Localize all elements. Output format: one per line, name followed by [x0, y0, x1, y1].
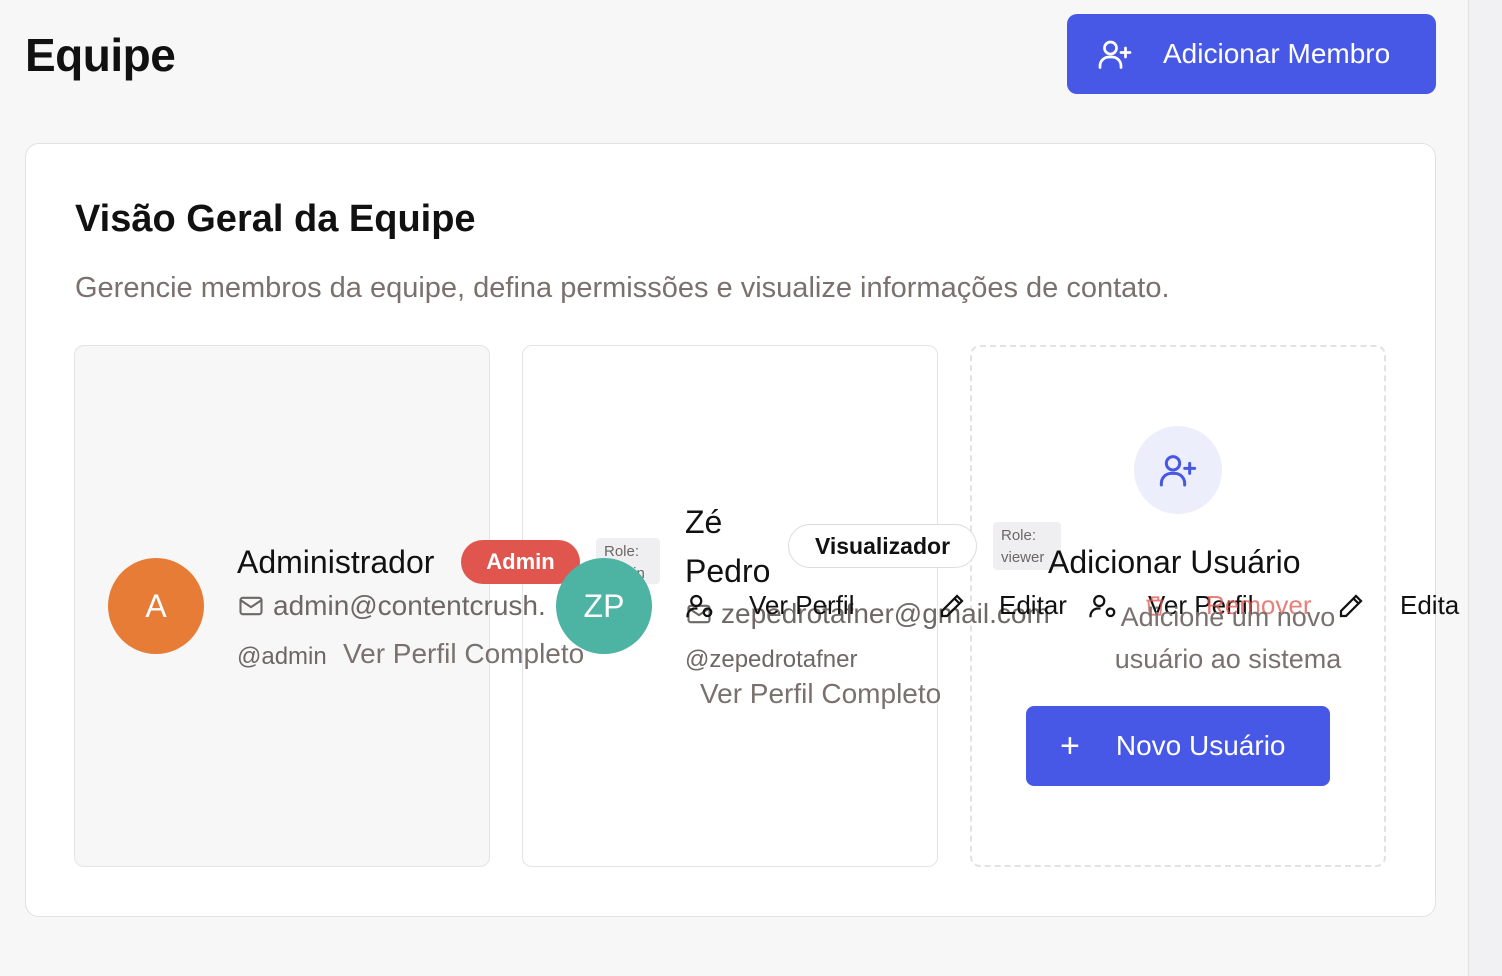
mail-icon	[239, 596, 263, 616]
add-member-button[interactable]: Adicionar Membro	[1067, 14, 1436, 94]
email-text: admin@contentcrush.	[273, 590, 546, 621]
edit-label: Edita	[1400, 590, 1460, 620]
add-member-label: Adicionar Membro	[1163, 38, 1391, 69]
user-plus-icon	[1159, 455, 1197, 487]
role-badge-viewer: Visualizador	[788, 524, 977, 568]
view-full-profile-link[interactable]: Ver Perfil Completo	[343, 638, 584, 670]
view-profile-label: Ver Perfil	[749, 590, 855, 620]
member-username: @zepedrotafner	[685, 646, 858, 673]
add-user-title: Adicionar Usuário	[1048, 544, 1301, 580]
user-plus-icon	[1098, 40, 1132, 69]
scrollbar-track[interactable]	[1468, 0, 1502, 976]
member-username: @admin	[237, 643, 327, 670]
edit-label: Editar	[999, 590, 1067, 620]
user-settings-icon	[686, 594, 713, 617]
add-user-icon-circle	[1134, 426, 1222, 514]
role-badge-admin: Admin	[461, 540, 580, 584]
plus-icon: +	[1060, 726, 1080, 765]
add-user-description: Adicione um novo usuário ao sistema	[1114, 602, 1342, 674]
member-email: admin@contentcrush.	[237, 590, 546, 622]
avatar: A	[108, 558, 204, 654]
member-name: Administrador	[237, 544, 435, 580]
avatar: ZP	[556, 558, 652, 654]
member-name-line1: Zé	[685, 504, 723, 540]
overview-description: Gerencie membros da equipe, defina permi…	[75, 272, 1170, 304]
new-user-label: Novo Usuário	[1115, 730, 1286, 761]
member-name-line2: Pedro	[685, 553, 771, 589]
new-user-button[interactable]: + Novo Usuário	[1026, 706, 1330, 786]
edit-icon	[940, 593, 964, 617]
overview-title: Visão Geral da Equipe	[75, 198, 476, 240]
edit-action[interactable]: Editar	[937, 590, 1067, 621]
view-profile-action[interactable]: Ver Perfil	[685, 590, 855, 621]
page-title: Equipe	[25, 29, 176, 81]
view-full-profile-link[interactable]: Ver Perfil Completo	[700, 678, 941, 710]
